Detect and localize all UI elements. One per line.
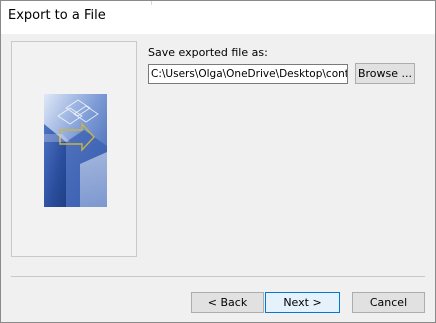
window-title: Export to a File xyxy=(8,8,106,23)
back-button[interactable]: < Back xyxy=(191,292,264,313)
save-as-label: Save exported file as: xyxy=(148,46,268,59)
title-bar[interactable]: Export to a File xyxy=(1,1,435,34)
file-path-input[interactable] xyxy=(148,64,348,84)
next-button[interactable]: Next > xyxy=(265,292,340,313)
browse-button[interactable]: Browse ... xyxy=(355,63,415,84)
wizard-image-panel xyxy=(11,41,137,257)
export-dialog: Export to a File Save exported file as: … xyxy=(0,0,436,323)
footer-divider xyxy=(11,276,425,277)
export-wizard-graphic-icon xyxy=(44,94,107,207)
title-bar-divider xyxy=(151,1,152,5)
cancel-button[interactable]: Cancel xyxy=(352,292,425,313)
